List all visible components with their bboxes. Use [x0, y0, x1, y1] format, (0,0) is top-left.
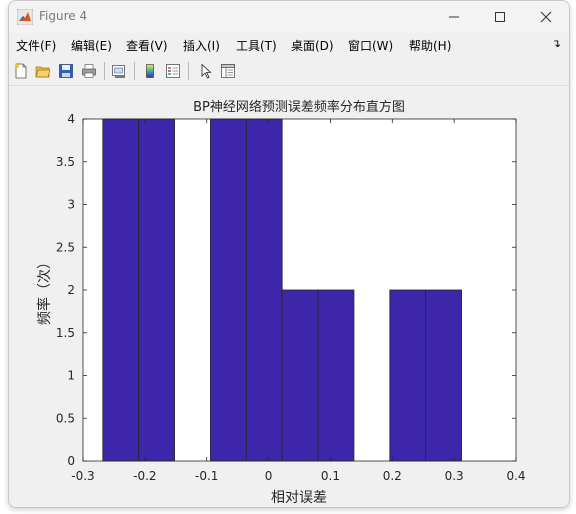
- histogram-plot: BP神经网络预测误差频率分布直方图 -0.3 -0.2 -0.1 0 0.1 0.2 0.3…: [36, 99, 526, 506]
- figure-window: Figure 4 文件(F) 编辑(E) 查看(V) 插入(I) 工具(T) 桌…: [8, 0, 570, 508]
- y-tick-label: 2.5: [56, 240, 75, 254]
- toolbar-separator: [104, 62, 105, 80]
- insert-legend-icon: [166, 64, 180, 78]
- x-tick-label: -0.3: [71, 469, 94, 483]
- x-tick-label: 0: [265, 469, 273, 483]
- print-icon: [82, 64, 96, 78]
- y-tick-label: 4: [67, 112, 75, 126]
- link-plot-icon: [112, 65, 125, 78]
- open-file-icon: [35, 66, 51, 78]
- maximize-button[interactable]: [477, 1, 523, 33]
- histogram-bar: [210, 118, 247, 462]
- y-tick-label: 1: [67, 369, 75, 383]
- toolbar-separator: [134, 62, 135, 80]
- insert-colorbar-icon: [146, 64, 154, 78]
- x-tick-label: -0.2: [133, 469, 156, 483]
- x-tick-label: 0.3: [445, 469, 464, 483]
- histogram-bar: [389, 289, 427, 462]
- figure-canvas: BP神经网络预测误差频率分布直方图 -0.3 -0.2 -0.1 0 0.1 0.2 0.3…: [9, 86, 569, 507]
- histogram-bar: [425, 289, 462, 462]
- x-axis-label: 相对误差: [271, 490, 327, 506]
- menu-window[interactable]: 窗口(W): [348, 37, 393, 54]
- toolbar-separator: [188, 62, 189, 80]
- histogram-bar: [281, 289, 319, 462]
- minimize-icon: [449, 16, 459, 18]
- title-bar[interactable]: Figure 4: [9, 1, 569, 33]
- insert-colorbar-button[interactable]: [140, 61, 160, 81]
- y-axis-label: 频率（次）: [36, 255, 53, 325]
- menu-tools[interactable]: 工具(T): [236, 37, 277, 54]
- x-tick-label: 0.2: [383, 469, 402, 483]
- x-tick-label: 0.4: [506, 469, 525, 483]
- print-button[interactable]: [79, 61, 99, 81]
- menu-insert[interactable]: 插入(I): [183, 37, 220, 54]
- menu-view[interactable]: 查看(V): [126, 37, 168, 54]
- maximize-icon: [495, 12, 505, 22]
- new-figure-icon: [15, 63, 27, 79]
- y-tick-label: 3: [67, 198, 75, 212]
- minimize-button[interactable]: [431, 1, 477, 33]
- menu-bar: 文件(F) 编辑(E) 查看(V) 插入(I) 工具(T) 桌面(D) 窗口(W…: [9, 33, 569, 55]
- x-tick-label: -0.1: [195, 469, 218, 483]
- y-tick-label: 1.5: [56, 326, 75, 340]
- x-tick-label: 0.1: [321, 469, 340, 483]
- link-plot-button[interactable]: [109, 61, 129, 81]
- property-inspector-icon: [221, 64, 235, 78]
- save-button[interactable]: [56, 61, 76, 81]
- new-figure-button[interactable]: [11, 61, 31, 81]
- histogram-bar: [138, 118, 175, 462]
- matlab-logo-icon: [17, 9, 33, 25]
- menu-file[interactable]: 文件(F): [16, 37, 56, 54]
- y-tick-label: 2: [67, 283, 75, 297]
- histogram-bar: [102, 118, 140, 462]
- y-tick-label: 0: [67, 454, 75, 468]
- edit-plot-button[interactable]: [196, 61, 216, 81]
- figure-toolbar: [9, 57, 569, 86]
- y-tick-label: 0.5: [56, 411, 75, 425]
- menu-help[interactable]: 帮助(H): [409, 37, 451, 54]
- histogram-bar: [245, 118, 283, 462]
- plot-title: BP神经网络预测误差频率分布直方图: [193, 99, 405, 115]
- menu-desktop[interactable]: 桌面(D): [291, 37, 334, 54]
- close-icon: [540, 11, 552, 23]
- window-title: Figure 4: [39, 9, 88, 23]
- dock-arrow-icon[interactable]: ↴: [552, 37, 561, 50]
- save-icon: [59, 64, 73, 78]
- insert-legend-button[interactable]: [163, 61, 183, 81]
- y-tick-label: 3.5: [56, 155, 75, 169]
- property-inspector-button[interactable]: [218, 61, 238, 81]
- open-file-button[interactable]: [33, 61, 53, 81]
- menu-edit[interactable]: 编辑(E): [71, 37, 112, 54]
- edit-plot-arrow-icon: [201, 63, 212, 79]
- close-button[interactable]: [523, 1, 569, 33]
- histogram-bar: [317, 289, 355, 462]
